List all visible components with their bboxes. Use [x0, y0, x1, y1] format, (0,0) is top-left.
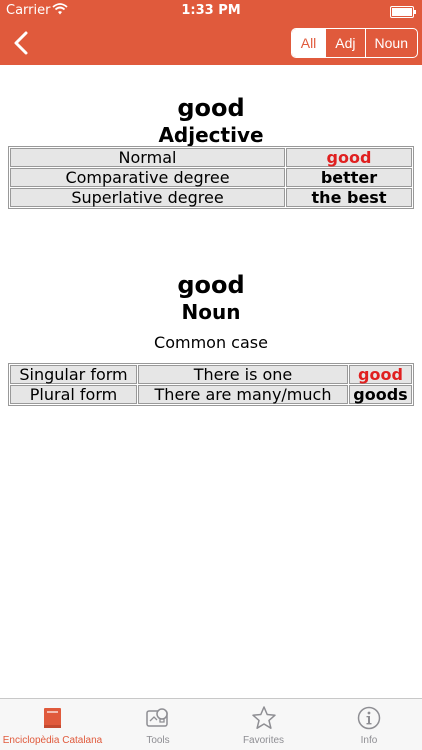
filter-segmented-control: All Adj Noun [290, 28, 418, 58]
table-row: Comparative degree better [10, 168, 412, 187]
row-value: the best [286, 188, 412, 207]
row-value: better [286, 168, 412, 187]
table-row: Normal good [10, 148, 412, 167]
chevron-left-icon [14, 31, 28, 55]
row-label: Comparative degree [10, 168, 285, 187]
adjective-forms-table: Normal good Comparative degree better Su… [8, 146, 414, 209]
noun-word-heading: good [177, 271, 245, 299]
filter-adj-segment[interactable]: Adj [325, 29, 364, 57]
adjective-pos-heading: Adjective [158, 123, 264, 147]
tools-icon [145, 705, 171, 731]
row-label: Plural form [10, 385, 137, 404]
row-description: There are many/much [138, 385, 348, 404]
row-value: good [349, 365, 412, 384]
tab-info[interactable]: Info [316, 699, 422, 750]
case-label: Common case [154, 333, 268, 352]
battery-icon [390, 6, 416, 18]
tab-label: Favorites [242, 735, 285, 746]
adjective-word-heading: good [177, 94, 245, 122]
filter-all-segment[interactable]: All [291, 29, 326, 57]
row-label: Normal [10, 148, 285, 167]
navigation-bar: All Adj Noun [0, 22, 422, 65]
row-value: good [286, 148, 412, 167]
tab-label: Info [360, 735, 378, 746]
book-icon [40, 705, 66, 731]
status-bar: Carrier 1:33 PM [0, 0, 422, 22]
noun-pos-heading: Noun [181, 300, 241, 324]
row-value: goods [349, 385, 412, 404]
filter-noun-segment[interactable]: Noun [364, 29, 417, 57]
tab-favorites[interactable]: Favorites [211, 699, 316, 750]
row-label: Superlative degree [10, 188, 285, 207]
table-row: Plural form There are many/much goods [10, 385, 412, 404]
row-label: Singular form [10, 365, 137, 384]
info-icon [356, 705, 382, 731]
tab-enciclopedia-catalana[interactable]: Enciclopèdia Catalana [0, 699, 105, 750]
row-description: There is one [138, 365, 348, 384]
tab-label: Enciclopèdia Catalana [2, 735, 103, 746]
back-button[interactable] [10, 30, 34, 56]
clock: 1:33 PM [181, 3, 241, 18]
table-row: Superlative degree the best [10, 188, 412, 207]
table-row: Singular form There is one good [10, 365, 412, 384]
tab-label: Tools [146, 735, 170, 746]
tab-bar: Enciclopèdia Catalana Tools Favorites In… [0, 698, 422, 750]
tab-tools[interactable]: Tools [105, 699, 211, 750]
star-icon [251, 705, 277, 731]
noun-forms-table: Singular form There is one good Plural f… [8, 363, 414, 406]
